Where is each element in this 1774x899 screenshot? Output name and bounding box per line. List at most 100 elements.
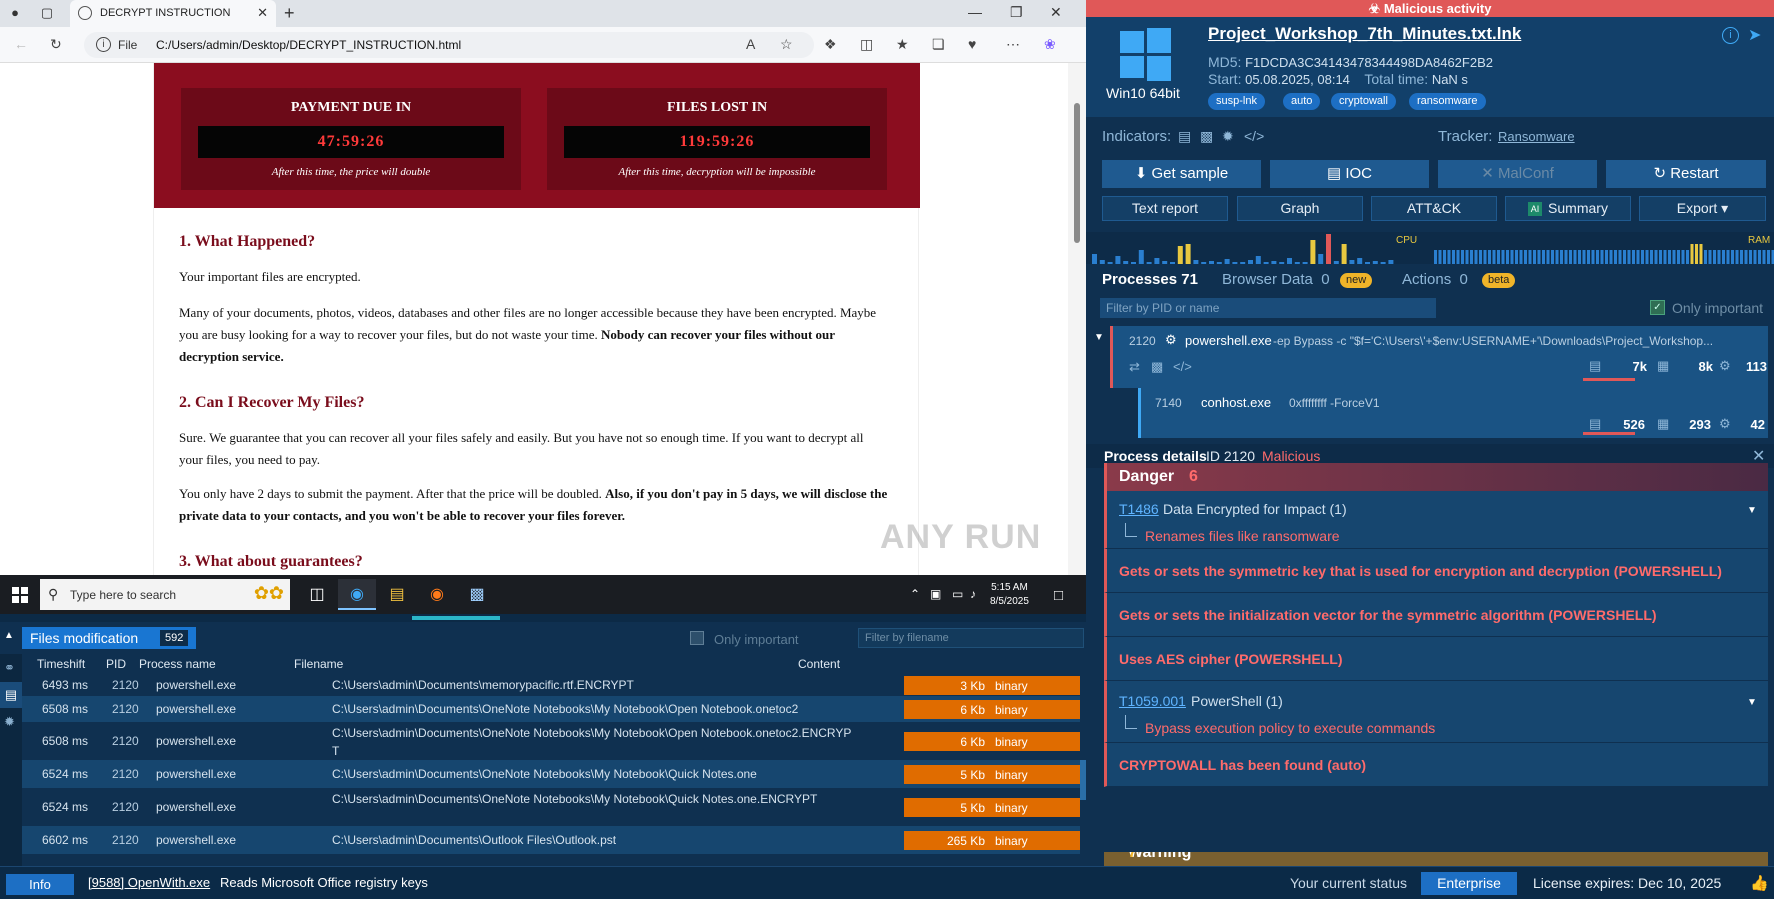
- malconf-button[interactable]: ✕ MalConf: [1438, 160, 1597, 188]
- tray-overflow-icon[interactable]: ⌃: [910, 587, 920, 601]
- status-process-link[interactable]: [9588] OpenWith.exe: [88, 875, 210, 890]
- tray-volume-icon[interactable]: ♪: [970, 587, 976, 601]
- tag-ransomware[interactable]: ransomware: [1409, 93, 1486, 110]
- row-content-badge[interactable]: 265 Kb binary: [904, 831, 1080, 850]
- files-table-row[interactable]: 6524 ms 2120 powershell.exe C:\Users\admin\…: [22, 760, 1080, 788]
- expand-chevron-icon[interactable]: ▼: [1747, 697, 1757, 708]
- export-button[interactable]: Export ▾: [1639, 196, 1766, 221]
- filename-filter-input[interactable]: Filter by filename: [858, 628, 1084, 648]
- files-table-row[interactable]: 6508 ms 2120 powershell.exe C:\Users\admin\…: [22, 696, 1080, 722]
- danger-item[interactable]: Gets or sets the symmetric key that is u…: [1104, 549, 1768, 593]
- text-report-button[interactable]: Text report: [1102, 196, 1228, 221]
- row-content-badge[interactable]: 6 Kb binary: [904, 732, 1080, 751]
- edge-icon[interactable]: ◉: [338, 579, 376, 610]
- files-icon[interactable]: ▤: [0, 682, 22, 708]
- indicator-image-icon[interactable]: ▩: [1200, 128, 1213, 145]
- row-content-badge[interactable]: 6 Kb binary: [904, 700, 1080, 719]
- info-button[interactable]: Info: [6, 874, 74, 895]
- collapse-icon[interactable]: ▲: [4, 630, 14, 641]
- tag-susp-lnk[interactable]: susp-lnk: [1208, 93, 1265, 110]
- files-table-row[interactable]: 6493 ms 2120 powershell.exe C:\Users\admin\…: [22, 674, 1080, 696]
- files-table-row[interactable]: 6508 ms 2120 powershell.exe C:\Users\admin\…: [22, 722, 1080, 760]
- expand-chevron-icon[interactable]: ▼: [1747, 505, 1757, 516]
- favorite-star-icon[interactable]: ☆: [780, 36, 793, 53]
- summary-button[interactable]: AI Summary: [1505, 196, 1631, 221]
- technique-id-link[interactable]: T1059.001: [1119, 693, 1186, 709]
- danger-item-t1486[interactable]: T1486 Data Encrypted for Impact (1) ▼ Re…: [1104, 491, 1768, 549]
- close-tab-icon[interactable]: ✕: [257, 5, 268, 21]
- page-scrollbar-thumb[interactable]: [1074, 103, 1080, 243]
- close-window-icon[interactable]: ✕: [1050, 4, 1062, 21]
- more-menu-icon[interactable]: ⋯: [1006, 36, 1020, 53]
- notepad-icon[interactable]: ▩: [458, 579, 496, 610]
- col-process-name[interactable]: Process name: [139, 657, 216, 671]
- notifications-icon[interactable]: □: [1054, 587, 1063, 604]
- indicator-code-icon[interactable]: </>: [1244, 128, 1264, 144]
- debug-icon[interactable]: ✹: [4, 714, 15, 730]
- get-sample-button[interactable]: ⬇ Get sample: [1102, 160, 1261, 188]
- ioc-button[interactable]: ▤ IOC: [1270, 160, 1429, 188]
- timeline-progress[interactable]: [0, 614, 1086, 622]
- new-tab-icon[interactable]: +: [284, 3, 295, 24]
- sample-filename[interactable]: Project_Workshop_7th_Minutes.txt.lnk: [1208, 24, 1521, 44]
- browser-essentials-icon[interactable]: ♥: [968, 36, 976, 52]
- taskbar-clock[interactable]: 5:15 AM 8/5/2025: [990, 581, 1029, 609]
- attck-button[interactable]: ATT&CK: [1371, 196, 1497, 221]
- favorites-icon[interactable]: ★: [896, 36, 909, 53]
- only-important-process-checkbox[interactable]: ✓: [1650, 300, 1665, 315]
- danger-item[interactable]: Uses AES cipher (POWERSHELL): [1104, 637, 1768, 681]
- process-row-conhost[interactable]: 7140 conhost.exe 0xffffffff -ForceV1 ▤ 5…: [1138, 388, 1768, 438]
- taskbar-search[interactable]: ⚲ Type here to search ✿✿: [40, 579, 290, 610]
- file-explorer-icon[interactable]: ▤: [378, 579, 416, 610]
- back-icon[interactable]: ←: [14, 36, 28, 52]
- danger-item-t1059[interactable]: T1059.001 PowerShell (1) ▼ Bypass execut…: [1104, 681, 1768, 743]
- profile-icon[interactable]: ●: [6, 4, 24, 22]
- process-row-powershell[interactable]: 2120 ⚙ powershell.exe -ep Bypass -c "$f=…: [1110, 326, 1768, 388]
- files-table-row[interactable]: 6524 ms 2120 powershell.exe C:\Users\admin\…: [22, 788, 1080, 826]
- page-scrollbar[interactable]: [1068, 63, 1086, 575]
- col-filename[interactable]: Filename: [294, 657, 343, 671]
- tab-actions-icon[interactable]: ▢: [38, 4, 56, 22]
- copilot-icon[interactable]: ❀: [1044, 36, 1056, 53]
- collections-icon[interactable]: ❏: [932, 36, 945, 53]
- read-aloud-icon[interactable]: A: [746, 36, 755, 52]
- firefox-icon[interactable]: ◉: [418, 579, 456, 610]
- thumbs-up-icon[interactable]: 👍: [1750, 874, 1769, 892]
- tag-auto[interactable]: auto: [1283, 93, 1321, 110]
- row-content-badge[interactable]: 5 Kb binary: [904, 798, 1080, 817]
- tab-processes[interactable]: Processes 71: [1102, 271, 1198, 288]
- md5-value[interactable]: F1DCDA3C34143478344498DA8462F2B2: [1245, 55, 1493, 70]
- danger-item[interactable]: CRYPTOWALL has been found (auto): [1104, 743, 1768, 787]
- warning-section-header[interactable]: Warning 7: [1104, 852, 1768, 866]
- files-table-row[interactable]: 6602 ms 2120 powershell.exe C:\Users\admin\…: [22, 826, 1080, 854]
- indicator-windows-icon[interactable]: ▤: [1178, 128, 1191, 145]
- network-icon[interactable]: ⚭: [4, 660, 15, 676]
- tracker-link[interactable]: Ransomware: [1498, 129, 1575, 144]
- danger-item[interactable]: Gets or sets the initialization vector f…: [1104, 593, 1768, 637]
- maximize-icon[interactable]: ❐: [1010, 4, 1023, 21]
- col-timeshift[interactable]: Timeshift: [37, 657, 85, 671]
- info-icon[interactable]: i: [96, 37, 111, 52]
- task-view-icon[interactable]: ◫: [298, 579, 336, 610]
- address-url[interactable]: C:/Users/admin/Desktop/DECRYPT_INSTRUCTI…: [156, 38, 461, 52]
- extensions-icon[interactable]: ❖: [824, 36, 837, 53]
- share-icon[interactable]: ➤: [1748, 25, 1761, 45]
- danger-section-header[interactable]: Danger 6: [1104, 463, 1768, 491]
- restart-button[interactable]: ↻ Restart: [1606, 160, 1766, 188]
- only-important-checkbox[interactable]: [690, 631, 704, 645]
- col-pid[interactable]: PID: [106, 657, 126, 671]
- process-filter-input[interactable]: Filter by PID or name: [1100, 298, 1436, 318]
- indicator-bug-icon[interactable]: ✹: [1222, 128, 1234, 145]
- technique-id-link[interactable]: T1486: [1119, 501, 1159, 517]
- address-bar[interactable]: i File C:/Users/admin/Desktop/DECRYPT_IN…: [84, 32, 814, 58]
- graph-button[interactable]: Graph: [1237, 196, 1363, 221]
- tray-network-icon[interactable]: ▣: [930, 587, 941, 601]
- info-icon[interactable]: i: [1722, 27, 1739, 44]
- tab-browser-data[interactable]: Browser Data 0: [1222, 271, 1330, 288]
- plan-badge[interactable]: Enterprise: [1421, 872, 1517, 895]
- row-content-badge[interactable]: 5 Kb binary: [904, 765, 1080, 784]
- row-content-badge[interactable]: 3 Kb binary: [904, 676, 1080, 695]
- tag-cryptowall[interactable]: cryptowall: [1331, 93, 1396, 110]
- windows-start-icon[interactable]: [12, 587, 28, 603]
- tray-display-icon[interactable]: ▭: [952, 587, 963, 601]
